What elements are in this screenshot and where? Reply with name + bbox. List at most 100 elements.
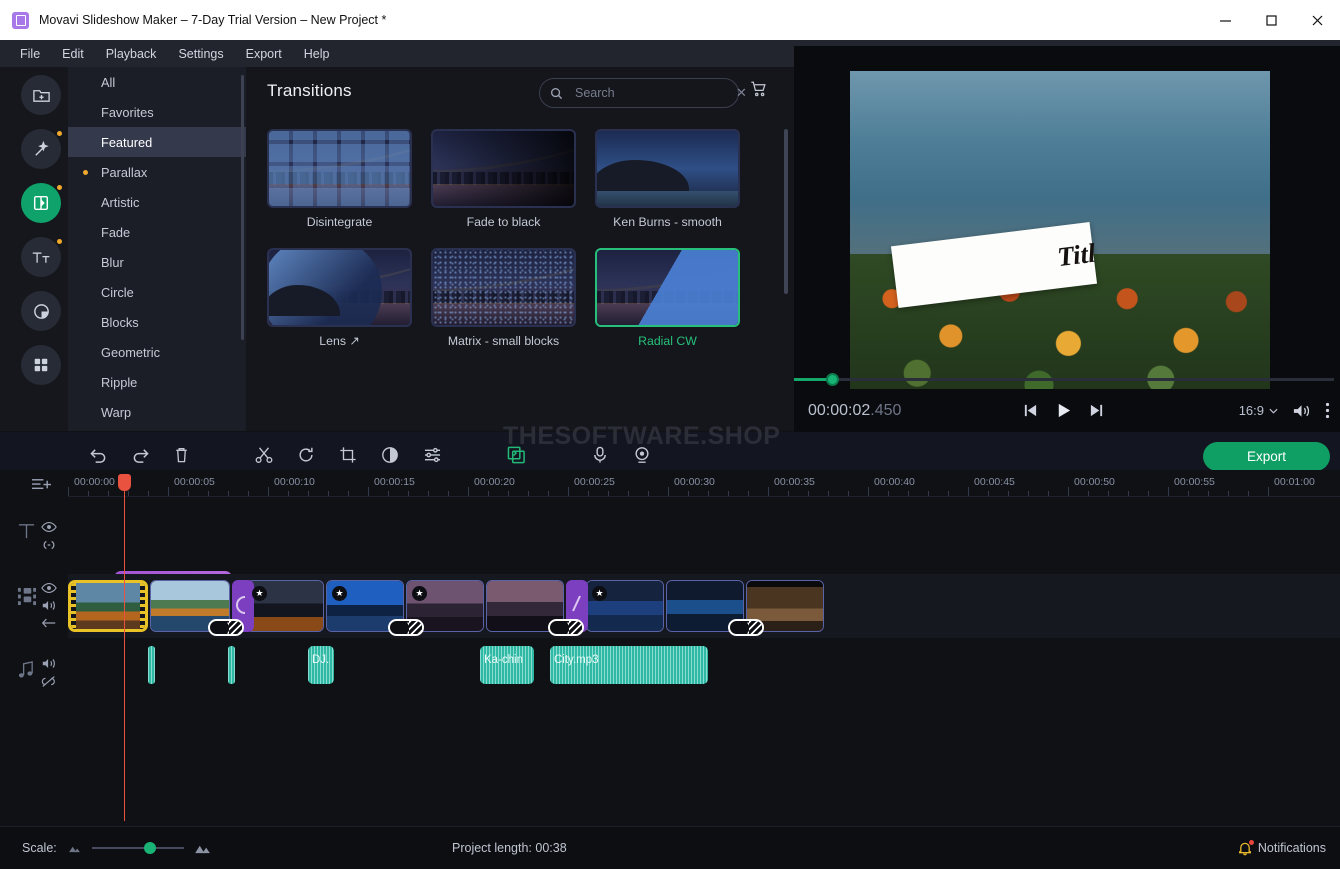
rail-stickers[interactable]	[21, 345, 61, 385]
seek-handle[interactable]	[826, 373, 839, 386]
maximize-button[interactable]	[1248, 0, 1294, 40]
transition-thumbnail[interactable]	[267, 129, 412, 208]
browser-scrollbar[interactable]	[784, 129, 788, 294]
rail-titles[interactable]	[21, 237, 61, 277]
shopping-cart-icon[interactable]	[750, 80, 768, 98]
transition-lens[interactable]: Lens ↗	[267, 248, 412, 348]
transitions-button[interactable]	[502, 441, 530, 469]
rail-filters[interactable]	[21, 291, 61, 331]
transition-badge[interactable]: ❯	[208, 619, 244, 636]
menu-export[interactable]: Export	[246, 47, 282, 61]
transition-thumbnail[interactable]	[431, 129, 576, 208]
video-track-lane[interactable]: ★ ★ ★ ★ ❯	[68, 574, 1340, 638]
aspect-ratio-selector[interactable]: 16:9	[1239, 403, 1278, 418]
transition-disintegrate[interactable]: Disintegrate	[267, 129, 412, 229]
export-button[interactable]: Export	[1203, 442, 1330, 471]
transition-thumbnail[interactable]	[267, 248, 412, 327]
category-warp[interactable]: Warp	[68, 397, 246, 427]
delete-button[interactable]	[167, 441, 195, 469]
category-featured[interactable]: Featured	[68, 127, 246, 157]
audio-clip-city[interactable]: City.mp3	[550, 646, 708, 684]
redo-button[interactable]	[126, 441, 154, 469]
volume-icon[interactable]	[1292, 403, 1311, 419]
category-parallax[interactable]: Parallax	[68, 157, 246, 187]
transition-badge[interactable]: ❯	[548, 619, 584, 636]
category-blocks[interactable]: Blocks	[68, 307, 246, 337]
notifications-button[interactable]: Notifications	[1238, 841, 1326, 856]
rail-transitions[interactable]	[21, 183, 61, 223]
category-scrollbar[interactable]	[241, 75, 244, 340]
category-fade[interactable]: Fade	[68, 217, 246, 247]
audio-track-volume-icon[interactable]	[41, 657, 57, 670]
scale-slider[interactable]	[92, 847, 184, 849]
record-audio-button[interactable]	[586, 441, 614, 469]
category-ripple[interactable]: Ripple	[68, 367, 246, 397]
rotate-button[interactable]	[292, 441, 320, 469]
menu-settings[interactable]: Settings	[178, 47, 223, 61]
video-track-collapse-icon[interactable]	[41, 617, 57, 629]
category-list[interactable]: All Favorites Featured Parallax Artistic…	[68, 67, 246, 431]
transition-fade-to-black[interactable]: Fade to black	[431, 129, 576, 229]
menu-file[interactable]: File	[20, 47, 40, 61]
audio-track-lane[interactable]: DJ. Ka-chin City.mp3	[68, 642, 1340, 690]
title-track-lane[interactable]: Title text her	[68, 514, 1340, 568]
transition-thumbnail[interactable]	[431, 248, 576, 327]
transition-ken-burns-smooth[interactable]: Ken Burns - smooth	[595, 129, 740, 229]
menu-playback[interactable]: Playback	[106, 47, 157, 61]
seek-track[interactable]	[794, 378, 1334, 381]
clip-autumn-lake[interactable]	[68, 580, 148, 632]
seek-bar[interactable]	[794, 369, 1340, 389]
clip-mountain-night[interactable]: ★	[246, 580, 324, 632]
record-webcam-button[interactable]	[628, 441, 656, 469]
playhead-handle[interactable]	[118, 474, 131, 491]
menu-help[interactable]: Help	[304, 47, 330, 61]
close-button[interactable]	[1294, 0, 1340, 40]
category-geometric[interactable]: Geometric	[68, 337, 246, 367]
zoom-out-icon[interactable]	[67, 844, 82, 853]
clear-search-icon[interactable]: ✕	[736, 85, 747, 101]
timeline-ruler[interactable]: 00:00:00 00:00:05 00:00:10 00:00:15 00:0…	[68, 470, 1340, 497]
menu-edit[interactable]: Edit	[62, 47, 84, 61]
rail-import-media[interactable]	[21, 75, 61, 115]
play-icon[interactable]	[1055, 402, 1072, 419]
transition-matrix-small-blocks[interactable]: Matrix - small blocks	[431, 248, 576, 348]
transition-badge[interactable]: ❯	[388, 619, 424, 636]
scale-control[interactable]: Scale:	[22, 841, 211, 855]
search-input[interactable]	[575, 86, 736, 100]
crop-button[interactable]	[334, 441, 362, 469]
color-adjust-button[interactable]	[376, 441, 404, 469]
rail-magic-tools[interactable]	[21, 129, 61, 169]
audio-track-mute-link-icon[interactable]	[41, 675, 57, 688]
clip-dubai-night[interactable]: ★	[586, 580, 664, 632]
category-all[interactable]: All	[68, 67, 246, 97]
title-track-visibility-icon[interactable]	[41, 521, 57, 533]
category-circle[interactable]: Circle	[68, 277, 246, 307]
category-artistic[interactable]: Artistic	[68, 187, 246, 217]
search-box[interactable]: ✕	[539, 78, 739, 108]
title-track-link-icon[interactable]	[41, 539, 57, 551]
properties-button[interactable]	[418, 441, 446, 469]
next-frame-icon[interactable]	[1088, 403, 1105, 418]
more-options-icon[interactable]	[1325, 402, 1330, 419]
transition-radial-cw[interactable]: Radial CW	[595, 248, 740, 348]
video-track-visibility-icon[interactable]	[41, 582, 57, 594]
audio-clip-1[interactable]	[148, 646, 155, 684]
playhead[interactable]	[124, 474, 125, 821]
undo-button[interactable]	[84, 441, 112, 469]
add-track-icon[interactable]	[31, 476, 52, 494]
audio-clip-dj[interactable]: DJ.	[308, 646, 334, 684]
prev-frame-icon[interactable]	[1022, 403, 1039, 418]
scale-slider-handle[interactable]	[144, 842, 156, 854]
preview-video[interactable]: Titl	[850, 71, 1270, 403]
video-track-audio-icon[interactable]	[41, 599, 57, 612]
transition-thumbnail[interactable]	[595, 129, 740, 208]
minimize-button[interactable]	[1202, 0, 1248, 40]
audio-clip-kaching[interactable]: Ka-chin	[480, 646, 534, 684]
transition-badge[interactable]: ❯	[728, 619, 764, 636]
transition-thumbnail[interactable]	[595, 248, 740, 327]
category-blur[interactable]: Blur	[68, 247, 246, 277]
zoom-in-icon[interactable]	[194, 843, 211, 854]
audio-clip-2[interactable]	[228, 646, 235, 684]
category-favorites[interactable]: Favorites	[68, 97, 246, 127]
split-button[interactable]	[250, 441, 278, 469]
